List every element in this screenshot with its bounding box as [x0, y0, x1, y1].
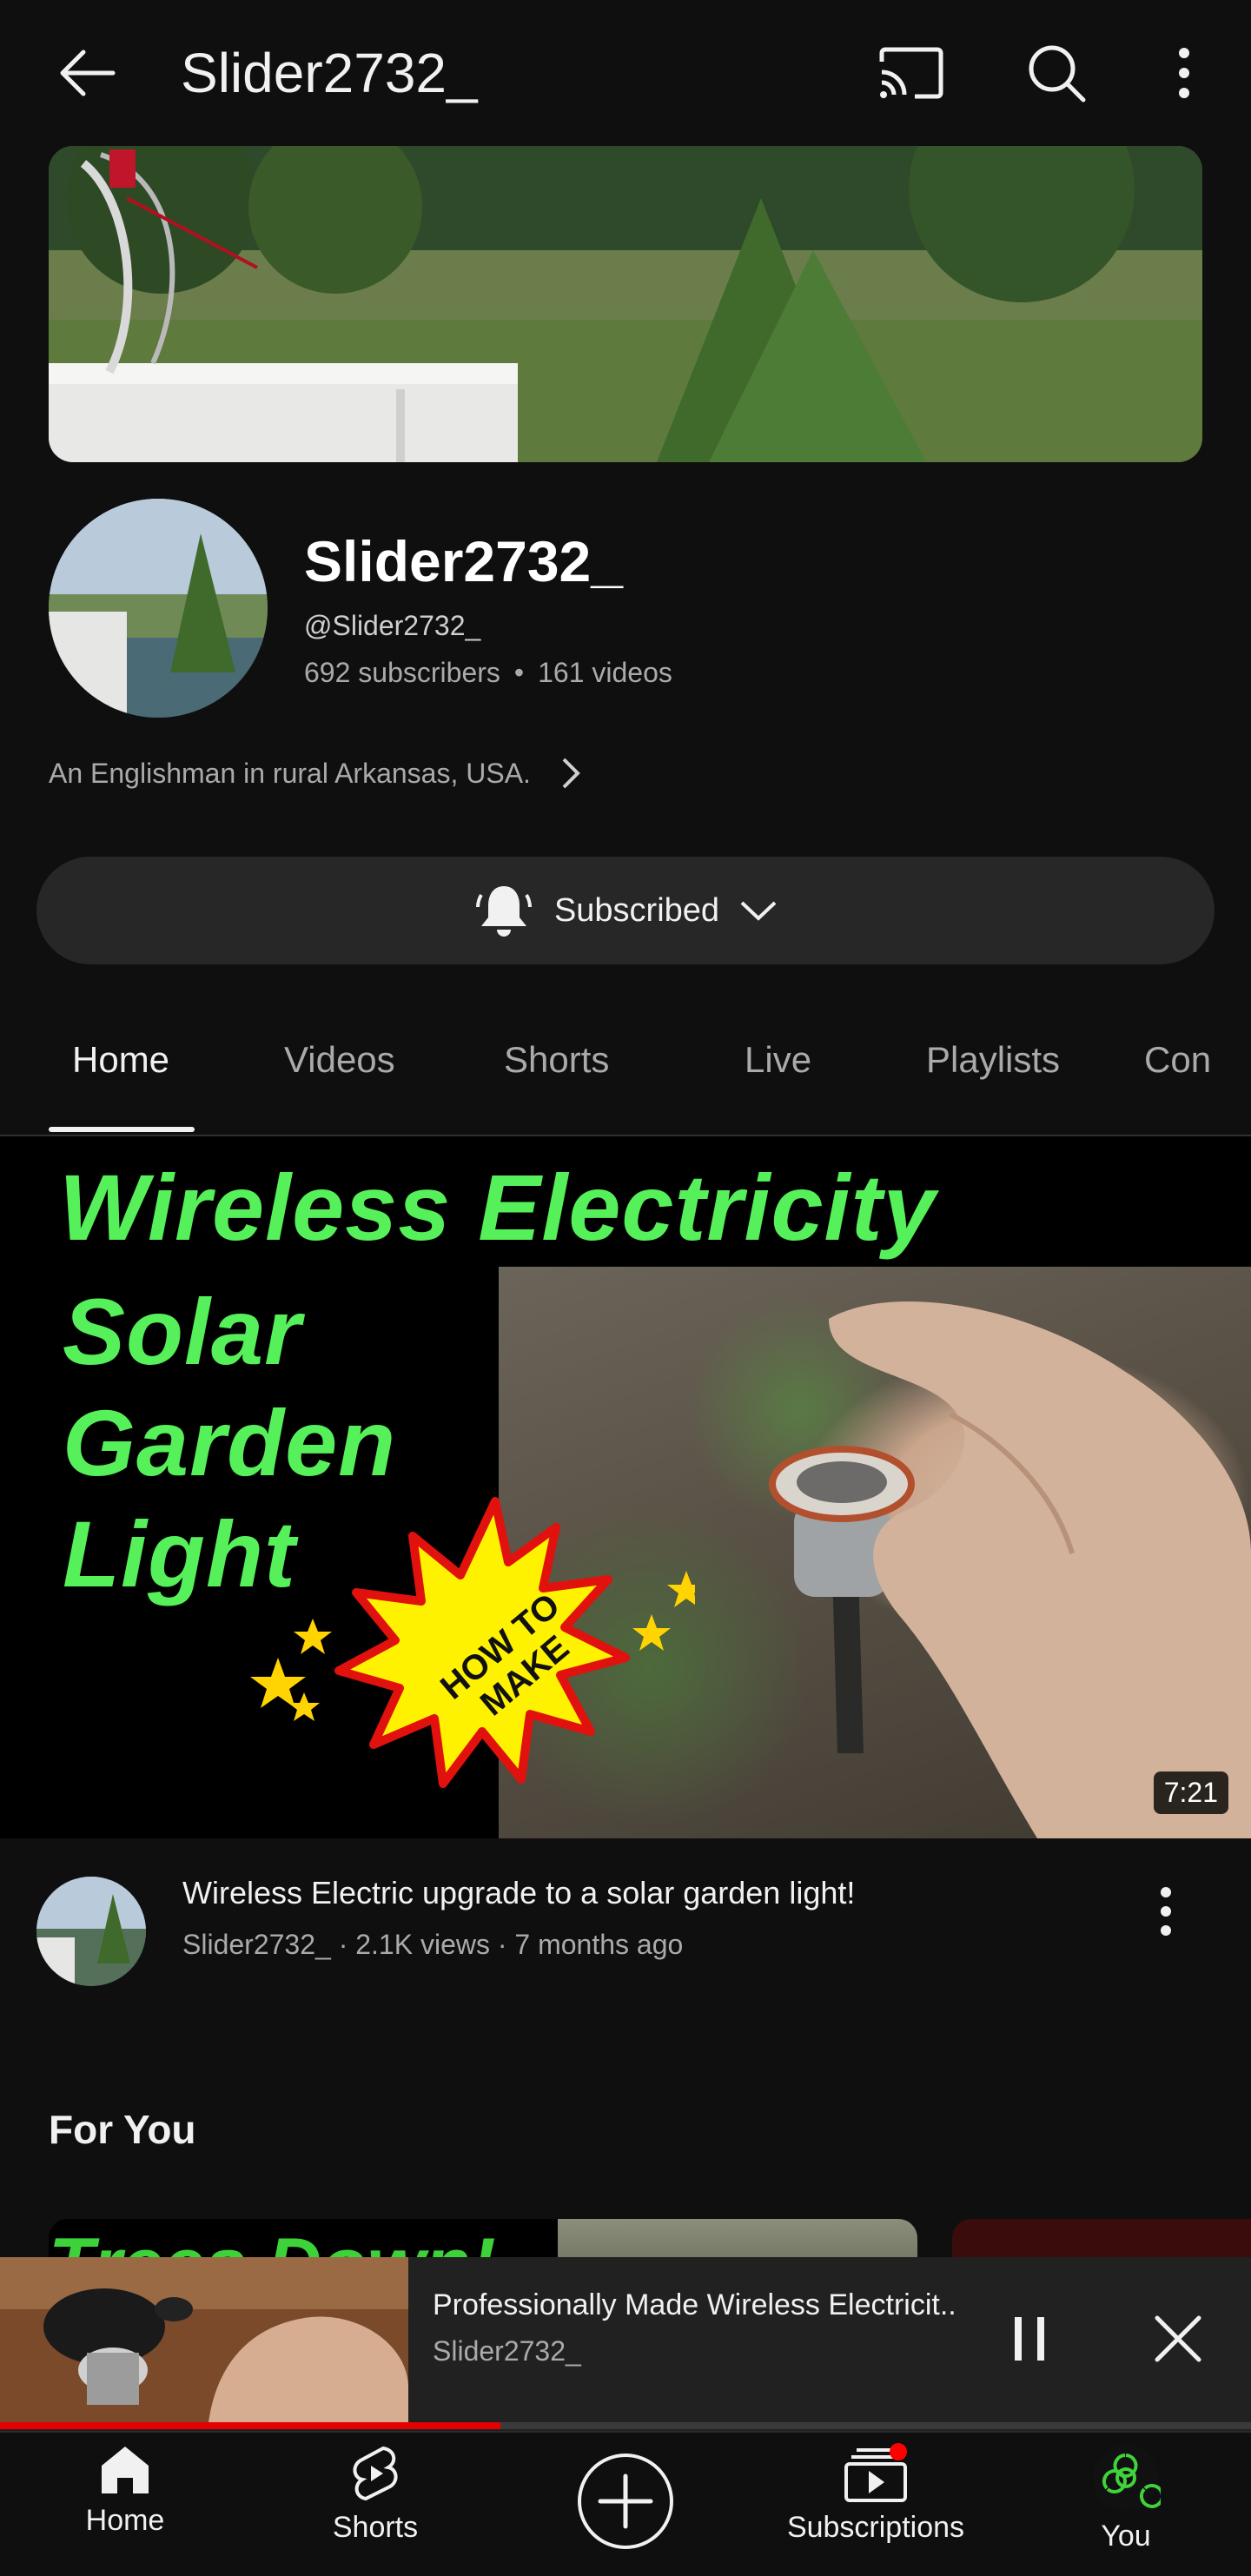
close-icon[interactable] — [1145, 2302, 1211, 2375]
back-arrow-icon[interactable] — [45, 35, 129, 111]
chevron-right-icon — [562, 758, 580, 789]
mini-player-channel: Slider2732_ — [433, 2335, 581, 2367]
nav-you-label: You — [1101, 2520, 1151, 2553]
video-title[interactable]: Wireless Electric upgrade to a solar gar… — [182, 1875, 1095, 1911]
channel-handle: @Slider2732_ — [304, 610, 481, 641]
nav-shorts[interactable]: Shorts — [271, 2443, 480, 2545]
bottom-navigation: Home Shorts Subscriptions You — [0, 2431, 1251, 2576]
tab-videos[interactable]: Videos — [284, 1039, 395, 1081]
pause-icon[interactable] — [999, 2302, 1062, 2375]
subscribed-label: Subscribed — [553, 891, 720, 929]
thumbnail-headline: Wireless Electricity — [59, 1155, 937, 1260]
nav-subscriptions[interactable]: Subscriptions — [771, 2443, 980, 2545]
mini-player-progress[interactable] — [0, 2422, 1251, 2429]
channel-banner — [49, 146, 1202, 462]
bell-icon — [475, 886, 532, 937]
video-channel-avatar[interactable] — [36, 1877, 146, 1986]
for-you-heading: For You — [49, 2107, 196, 2152]
mini-player-title[interactable]: Professionally Made Wireless Electricit.… — [433, 2288, 971, 2322]
home-icon — [102, 2447, 149, 2493]
channel-tabs: Home Videos Shorts Live Playlists Con — [0, 1016, 1251, 1136]
mini-player-thumbnail[interactable] — [0, 2257, 408, 2422]
more-vert-icon[interactable] — [1161, 35, 1208, 111]
nav-you[interactable]: You — [1022, 2443, 1230, 2553]
tab-live[interactable]: Live — [745, 1039, 811, 1081]
video-meta: Slider2732_ · 2.1K views · 7 months ago — [182, 1929, 684, 1960]
thumbnail-line-garden: Garden — [63, 1390, 397, 1495]
shorts-icon — [353, 2446, 398, 2501]
nav-create[interactable] — [521, 2452, 730, 2551]
subscribed-button[interactable]: Subscribed — [36, 857, 1215, 964]
mini-player-progress-fill — [0, 2422, 500, 2429]
cast-icon[interactable] — [872, 38, 950, 108]
video-count: 161 videos — [538, 657, 672, 688]
mini-player[interactable]: Professionally Made Wireless Electricit.… — [0, 2257, 1251, 2431]
you-avatar-icon — [1093, 2445, 1161, 2511]
page-title: Slider2732_ — [181, 42, 478, 104]
chevron-down-icon — [740, 901, 777, 921]
search-icon[interactable] — [1020, 35, 1093, 111]
video-more-icon[interactable] — [1135, 1877, 1197, 1946]
description-text: An Englishman in rural Arkansas, USA. — [49, 757, 531, 789]
channel-stats: 692 subscribers • 161 videos — [304, 657, 672, 689]
create-plus-icon — [578, 2453, 673, 2549]
stats-separator: • — [513, 657, 525, 688]
tab-shorts[interactable]: Shorts — [504, 1039, 609, 1081]
channel-description[interactable]: An Englishman in rural Arkansas, USA. — [49, 756, 581, 791]
tab-community[interactable]: Con — [1144, 1039, 1211, 1081]
subscriber-count: 692 subscribers — [304, 657, 500, 688]
nav-shorts-label: Shorts — [332, 2511, 419, 2544]
subscriptions-icon — [844, 2443, 907, 2502]
channel-avatar[interactable] — [49, 499, 268, 718]
featured-video-thumbnail[interactable]: Wireless Electricity Solar Garden Light … — [0, 1136, 1251, 1838]
thumbnail-line-solar: Solar — [63, 1279, 302, 1384]
nav-home[interactable]: Home — [21, 2443, 229, 2538]
tab-home[interactable]: Home — [72, 1039, 169, 1081]
nav-home-label: Home — [85, 2504, 165, 2537]
duration-badge: 7:21 — [1153, 1771, 1228, 1814]
nav-subscriptions-label: Subscriptions — [786, 2511, 965, 2544]
active-tab-indicator — [49, 1127, 195, 1132]
top-app-bar: Slider2732_ — [0, 0, 1251, 146]
channel-name: Slider2732_ — [304, 529, 623, 593]
tab-playlists[interactable]: Playlists — [926, 1039, 1060, 1081]
